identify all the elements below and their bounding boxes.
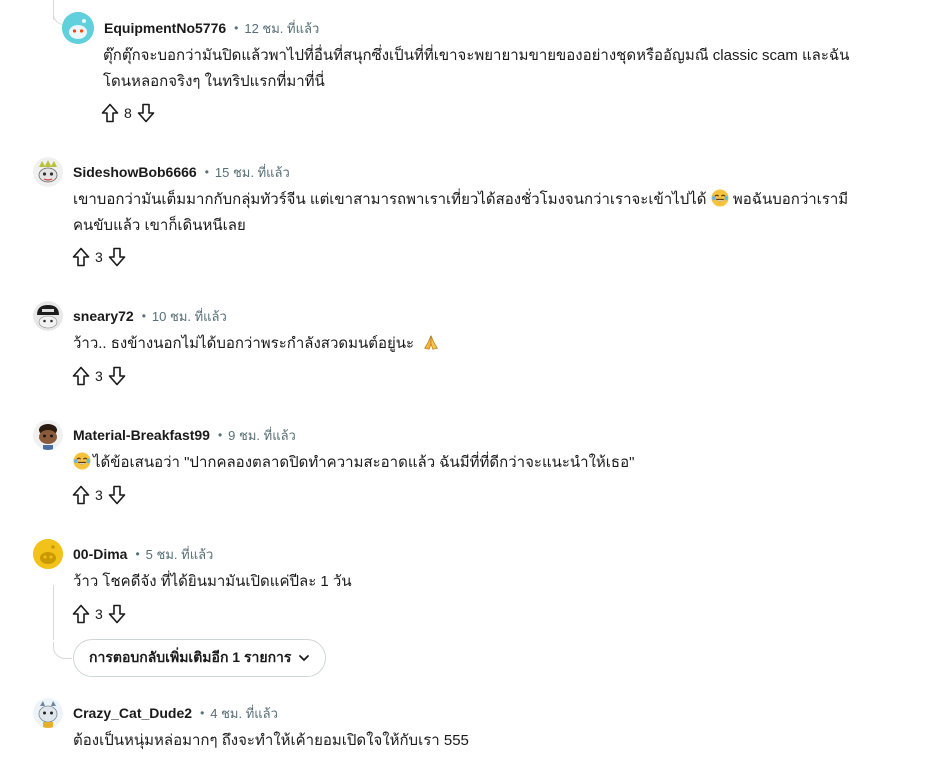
comment-text-line: ได้ข้อเสนอว่า "ปากคลองตลาดปิดทำความสะอาด… [73,450,933,476]
vote-count: 3 [95,368,103,384]
snoo-avatar-icon [62,12,94,44]
downvote-icon [108,604,126,624]
avatar[interactable] [33,539,63,569]
timestamp[interactable]: 12 ชม. ที่แล้ว [244,18,319,39]
comment-header: Crazy_Cat_Dude2 • 4 ชม. ที่แล้ว [33,697,278,729]
comment-body: ว้าว โชคดีจัง ที่ได้ยินมามันเปิดแค่ปีละ … [73,569,933,595]
downvote-icon [108,366,126,386]
avatar[interactable] [33,157,63,187]
username[interactable]: sneary72 [73,308,134,324]
comment-text-line: ตุ๊กตุ๊กจะบอกว่ามันปิดแล้วพาไปที่อื่นที่… [103,47,850,64]
timestamp[interactable]: 4 ชม. ที่แล้ว [210,703,278,724]
vote-bar: 3 [71,244,127,270]
upvote-icon [72,247,90,267]
avatar[interactable] [62,12,94,44]
separator-dot: • [200,706,205,720]
comment-text-line: เขาบอกว่ามันเต็มมากกับกลุ่มทัวร์จีน แต่เ… [73,187,933,213]
comment-header: SideshowBob6666 • 15 ชม. ที่แล้ว [33,156,290,188]
vote-bar: 3 [71,363,127,389]
upvote-icon [101,103,119,123]
comment-text: เขาบอกว่ามันเต็มมากกับกลุ่มทัวร์จีน แต่เ… [73,191,707,208]
comment-header: Material-Breakfast99 • 9 ชม. ที่แล้ว [33,419,296,451]
vote-count: 8 [124,105,132,121]
folded-hands-emoji-icon [424,335,439,350]
vote-bar: 3 [71,482,127,508]
tears-of-joy-emoji-icon [711,189,729,207]
downvote-icon [137,103,155,123]
comment-text-line: ต้องเป็นหนุ่มหล่อมากๆ ถึงจะทำให้เค้ายอมเ… [73,732,469,749]
comment-body: ได้ข้อเสนอว่า "ปากคลองตลาดปิดทำความสะอาด… [73,450,933,476]
comment-header: sneary72 • 10 ชม. ที่แล้ว [33,300,227,332]
username[interactable]: 00-Dima [73,546,127,562]
downvote-icon [108,485,126,505]
downvote-button[interactable] [107,603,127,625]
avatar[interactable] [33,420,63,450]
thread-line [53,585,54,640]
comment-text-line: ว้าว โชคดีจัง ที่ได้ยินมามันเปิดแค่ปีละ … [73,573,352,590]
snoo-avatar-icon [33,420,63,450]
tears-of-joy-emoji-icon [73,452,91,470]
username[interactable]: Material-Breakfast99 [73,427,210,443]
comment-header: 00-Dima • 5 ชม. ที่แล้ว [33,538,213,570]
vote-count: 3 [95,249,103,265]
snoo-avatar-icon [33,301,63,331]
comment-text-line: โดนหลอกจริงๆ ในทริปแรกที่มาที่นี่ [103,73,325,90]
upvote-icon [72,366,90,386]
vote-count: 3 [95,487,103,503]
vote-bar: 3 [71,601,127,627]
snoo-avatar-icon [33,539,63,569]
username[interactable]: EquipmentNo5776 [104,20,226,36]
comment-header: EquipmentNo5776 • 12 ชม. ที่แล้ว [62,12,319,44]
avatar[interactable] [33,698,63,728]
timestamp[interactable]: 15 ชม. ที่แล้ว [215,162,290,183]
separator-dot: • [217,428,223,442]
comment-body: เขาบอกว่ามันเต็มมากกับกลุ่มทัวร์จีน แต่เ… [73,187,933,239]
vote-count: 3 [95,606,103,622]
comment-body: ต้องเป็นหนุ่มหล่อมากๆ ถึงจะทำให้เค้ายอมเ… [73,728,933,754]
vote-bar: 8 [100,100,156,126]
comment-text-line: คนขับแล้ว เขาก็เดินหนีเลย [73,217,246,234]
comment-body: ตุ๊กตุ๊กจะบอกว่ามันปิดแล้วพาไปที่อื่นที่… [103,43,946,95]
separator-dot: • [234,21,239,35]
downvote-icon [108,247,126,267]
downvote-button[interactable] [136,102,156,124]
username[interactable]: Crazy_Cat_Dude2 [73,705,192,721]
username[interactable]: SideshowBob6666 [73,164,197,180]
comment-text: ได้ข้อเสนอว่า "ปากคลองตลาดปิดทำความสะอาด… [93,454,635,471]
avatar[interactable] [33,301,63,331]
separator-dot: • [141,309,146,323]
separator-dot: • [204,165,209,179]
upvote-icon [72,485,90,505]
thread-hook [53,642,72,659]
upvote-button[interactable] [71,603,91,625]
snoo-avatar-icon [33,157,63,187]
upvote-button[interactable] [71,365,91,387]
upvote-button[interactable] [100,102,120,124]
timestamp[interactable]: 10 ชม. ที่แล้ว [152,306,227,327]
upvote-icon [72,604,90,624]
chevron-down-icon [299,655,310,661]
more-replies-button[interactable]: การตอบกลับเพิ่มเติมอีก 1 รายการ [73,639,327,677]
snoo-avatar-icon [33,698,63,728]
more-replies-label: การตอบกลับเพิ่มเติมอีก 1 รายการ [89,649,292,665]
timestamp[interactable]: 9 ชม. ที่แล้ว [228,425,296,446]
comment-text: พอฉันบอกว่าเรามี [732,191,849,208]
upvote-button[interactable] [71,484,91,506]
downvote-button[interactable] [107,365,127,387]
separator-dot: • [135,547,140,561]
downvote-button[interactable] [107,246,127,268]
upvote-button[interactable] [71,246,91,268]
comment-text: ว้าว.. ธงข้างนอกไม่ได้บอกว่าพระกำลังสวดม… [73,335,415,352]
comment-body: ว้าว.. ธงข้างนอกไม่ได้บอกว่าพระกำลังสวดม… [73,331,933,357]
comment-text-line: ว้าว.. ธงข้างนอกไม่ได้บอกว่าพระกำลังสวดม… [73,331,933,357]
downvote-button[interactable] [107,484,127,506]
timestamp[interactable]: 5 ชม. ที่แล้ว [146,544,214,565]
